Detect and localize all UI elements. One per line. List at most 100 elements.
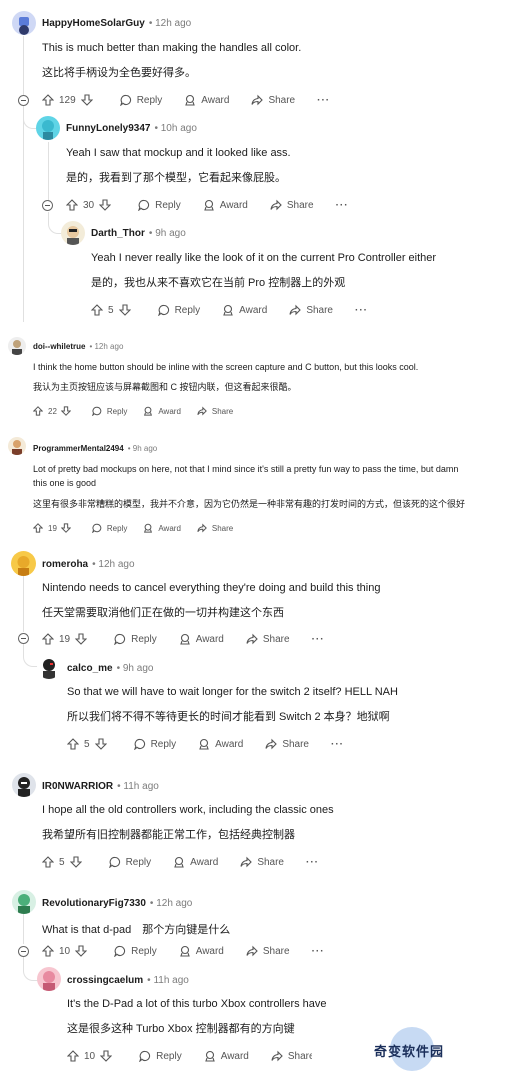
share-button[interactable]: Share [251, 94, 295, 106]
award-icon [223, 304, 233, 316]
avatar[interactable] [8, 437, 26, 455]
comment-body: Yeah I saw that mockup and it looked lik… [66, 147, 291, 159]
share-button[interactable]: Share [289, 304, 333, 316]
share-button[interactable]: Share [271, 1050, 315, 1062]
arrow-down-icon[interactable] [75, 633, 88, 645]
reply-button[interactable]: Reply [108, 856, 151, 868]
award-button[interactable]: Award [179, 945, 224, 957]
comment-actions: 22 Reply Award Share [33, 406, 249, 416]
more-options-button[interactable]: ··· [312, 634, 325, 645]
reply-button[interactable]: Reply [119, 94, 162, 106]
reply-button[interactable]: Reply [114, 945, 157, 957]
reply-button[interactable]: Reply [114, 633, 157, 645]
reply-button[interactable]: Reply [138, 199, 181, 211]
more-options-button[interactable]: ··· [336, 200, 349, 211]
more-options-button[interactable]: ··· [317, 95, 330, 106]
thread-line [23, 576, 24, 632]
avatar[interactable] [36, 116, 60, 140]
reply-button[interactable]: Reply [91, 523, 127, 533]
comment-author[interactable]: romeroha • 12h ago [42, 559, 135, 570]
share-button[interactable]: Share [265, 738, 309, 750]
arrow-up-icon[interactable] [67, 738, 79, 750]
arrow-up-icon[interactable] [42, 94, 54, 106]
arrow-up-icon[interactable] [91, 304, 103, 316]
vote-count: 30 [83, 199, 95, 211]
award-icon [144, 523, 153, 533]
arrow-up-icon[interactable] [33, 523, 43, 533]
more-options-button[interactable]: ··· [312, 946, 325, 957]
comment-author[interactable]: doi--whiletrue • 12h ago [33, 342, 123, 351]
comment-translation: 我认为主页按钮应该与屏幕截图和 C 按钮内联，但这看起来很酷。 [33, 382, 297, 392]
award-button[interactable]: Award [143, 406, 181, 416]
thread-branch [23, 642, 38, 667]
watermark-text: 奇变软件园 [374, 1044, 445, 1059]
share-arrow-icon [251, 94, 264, 106]
more-options-button[interactable]: ··· [331, 739, 344, 750]
comment-author[interactable]: calco_me • 9h ago [67, 663, 153, 674]
share-button[interactable]: Share [270, 199, 314, 211]
avatar[interactable] [61, 221, 85, 245]
collapse-thread-button[interactable] [18, 946, 29, 957]
avatar[interactable] [12, 773, 36, 797]
arrow-down-icon[interactable] [94, 738, 107, 750]
arrow-down-icon[interactable] [100, 1050, 113, 1062]
collapse-thread-button[interactable] [42, 200, 53, 211]
avatar[interactable] [37, 655, 61, 679]
award-button[interactable]: Award [198, 738, 243, 750]
award-button[interactable]: Award [203, 199, 248, 211]
avatar[interactable] [11, 551, 36, 576]
arrow-down-icon[interactable] [60, 406, 71, 416]
share-button[interactable]: Share [246, 633, 290, 645]
avatar[interactable] [37, 967, 61, 991]
comment-author[interactable]: ProgrammerMental2494 • 9h ago [33, 444, 157, 453]
vote-count: 10 [84, 1050, 96, 1062]
share-button[interactable]: Share [197, 523, 233, 533]
reply-button[interactable]: Reply [157, 304, 200, 316]
arrow-up-icon[interactable] [33, 406, 43, 416]
comment-body: What is that d-pad 那个方向键是什么 [42, 924, 231, 936]
award-button[interactable]: Award [143, 523, 181, 533]
speech-bubble-icon [114, 633, 126, 645]
vote-count: 5 [84, 738, 90, 750]
share-button[interactable]: Share [197, 406, 233, 416]
comment-body: This is much better than making the hand… [42, 42, 302, 54]
award-button[interactable]: Award [222, 304, 267, 316]
collapse-thread-button[interactable] [18, 95, 29, 106]
arrow-up-icon[interactable] [66, 199, 78, 211]
arrow-down-icon[interactable] [60, 523, 71, 533]
thread-line [23, 914, 24, 944]
more-options-button[interactable]: ··· [355, 305, 368, 316]
arrow-down-icon[interactable] [80, 94, 93, 106]
reply-button[interactable]: Reply [91, 406, 127, 416]
comment-author[interactable]: FunnyLonely9347 • 10h ago [66, 123, 197, 134]
award-button[interactable]: Award [179, 633, 224, 645]
arrow-down-icon[interactable] [99, 199, 112, 211]
share-button[interactable]: Share [246, 945, 290, 957]
reply-button[interactable]: Reply [139, 1050, 182, 1062]
comment-author[interactable]: Darth_Thor • 9h ago [91, 228, 186, 239]
arrow-up-icon[interactable] [42, 856, 54, 868]
arrow-down-icon[interactable] [118, 304, 131, 316]
arrow-down-icon[interactable] [75, 945, 88, 957]
award-button[interactable]: Award [173, 856, 218, 868]
collapse-thread-button[interactable] [18, 633, 29, 644]
arrow-up-icon[interactable] [67, 1050, 79, 1062]
arrow-down-icon[interactable] [69, 856, 82, 868]
comment-author[interactable]: crossingcaelum • 11h ago [67, 975, 189, 986]
avatar[interactable] [12, 890, 36, 914]
arrow-up-icon[interactable] [42, 945, 54, 957]
avatar[interactable] [12, 11, 36, 35]
avatar[interactable] [8, 337, 26, 355]
award-button[interactable]: Award [184, 94, 229, 106]
comment-author[interactable]: RevolutionaryFig7330 • 12h ago [42, 898, 192, 909]
comment-actions: 129 Reply Award Share ··· [42, 94, 330, 106]
reply-button[interactable]: Reply [133, 738, 176, 750]
award-button[interactable]: Award [204, 1050, 249, 1062]
share-arrow-icon [265, 738, 278, 750]
comment-author[interactable]: HappyHomeSolarGuy • 12h ago [42, 18, 191, 29]
arrow-up-icon[interactable] [42, 633, 54, 645]
share-button[interactable]: Share [240, 856, 284, 868]
vote-count: 19 [59, 633, 71, 645]
more-options-button[interactable]: ··· [306, 857, 319, 868]
comment-author[interactable]: IR0NWARRIOR • 11h ago [42, 781, 159, 792]
